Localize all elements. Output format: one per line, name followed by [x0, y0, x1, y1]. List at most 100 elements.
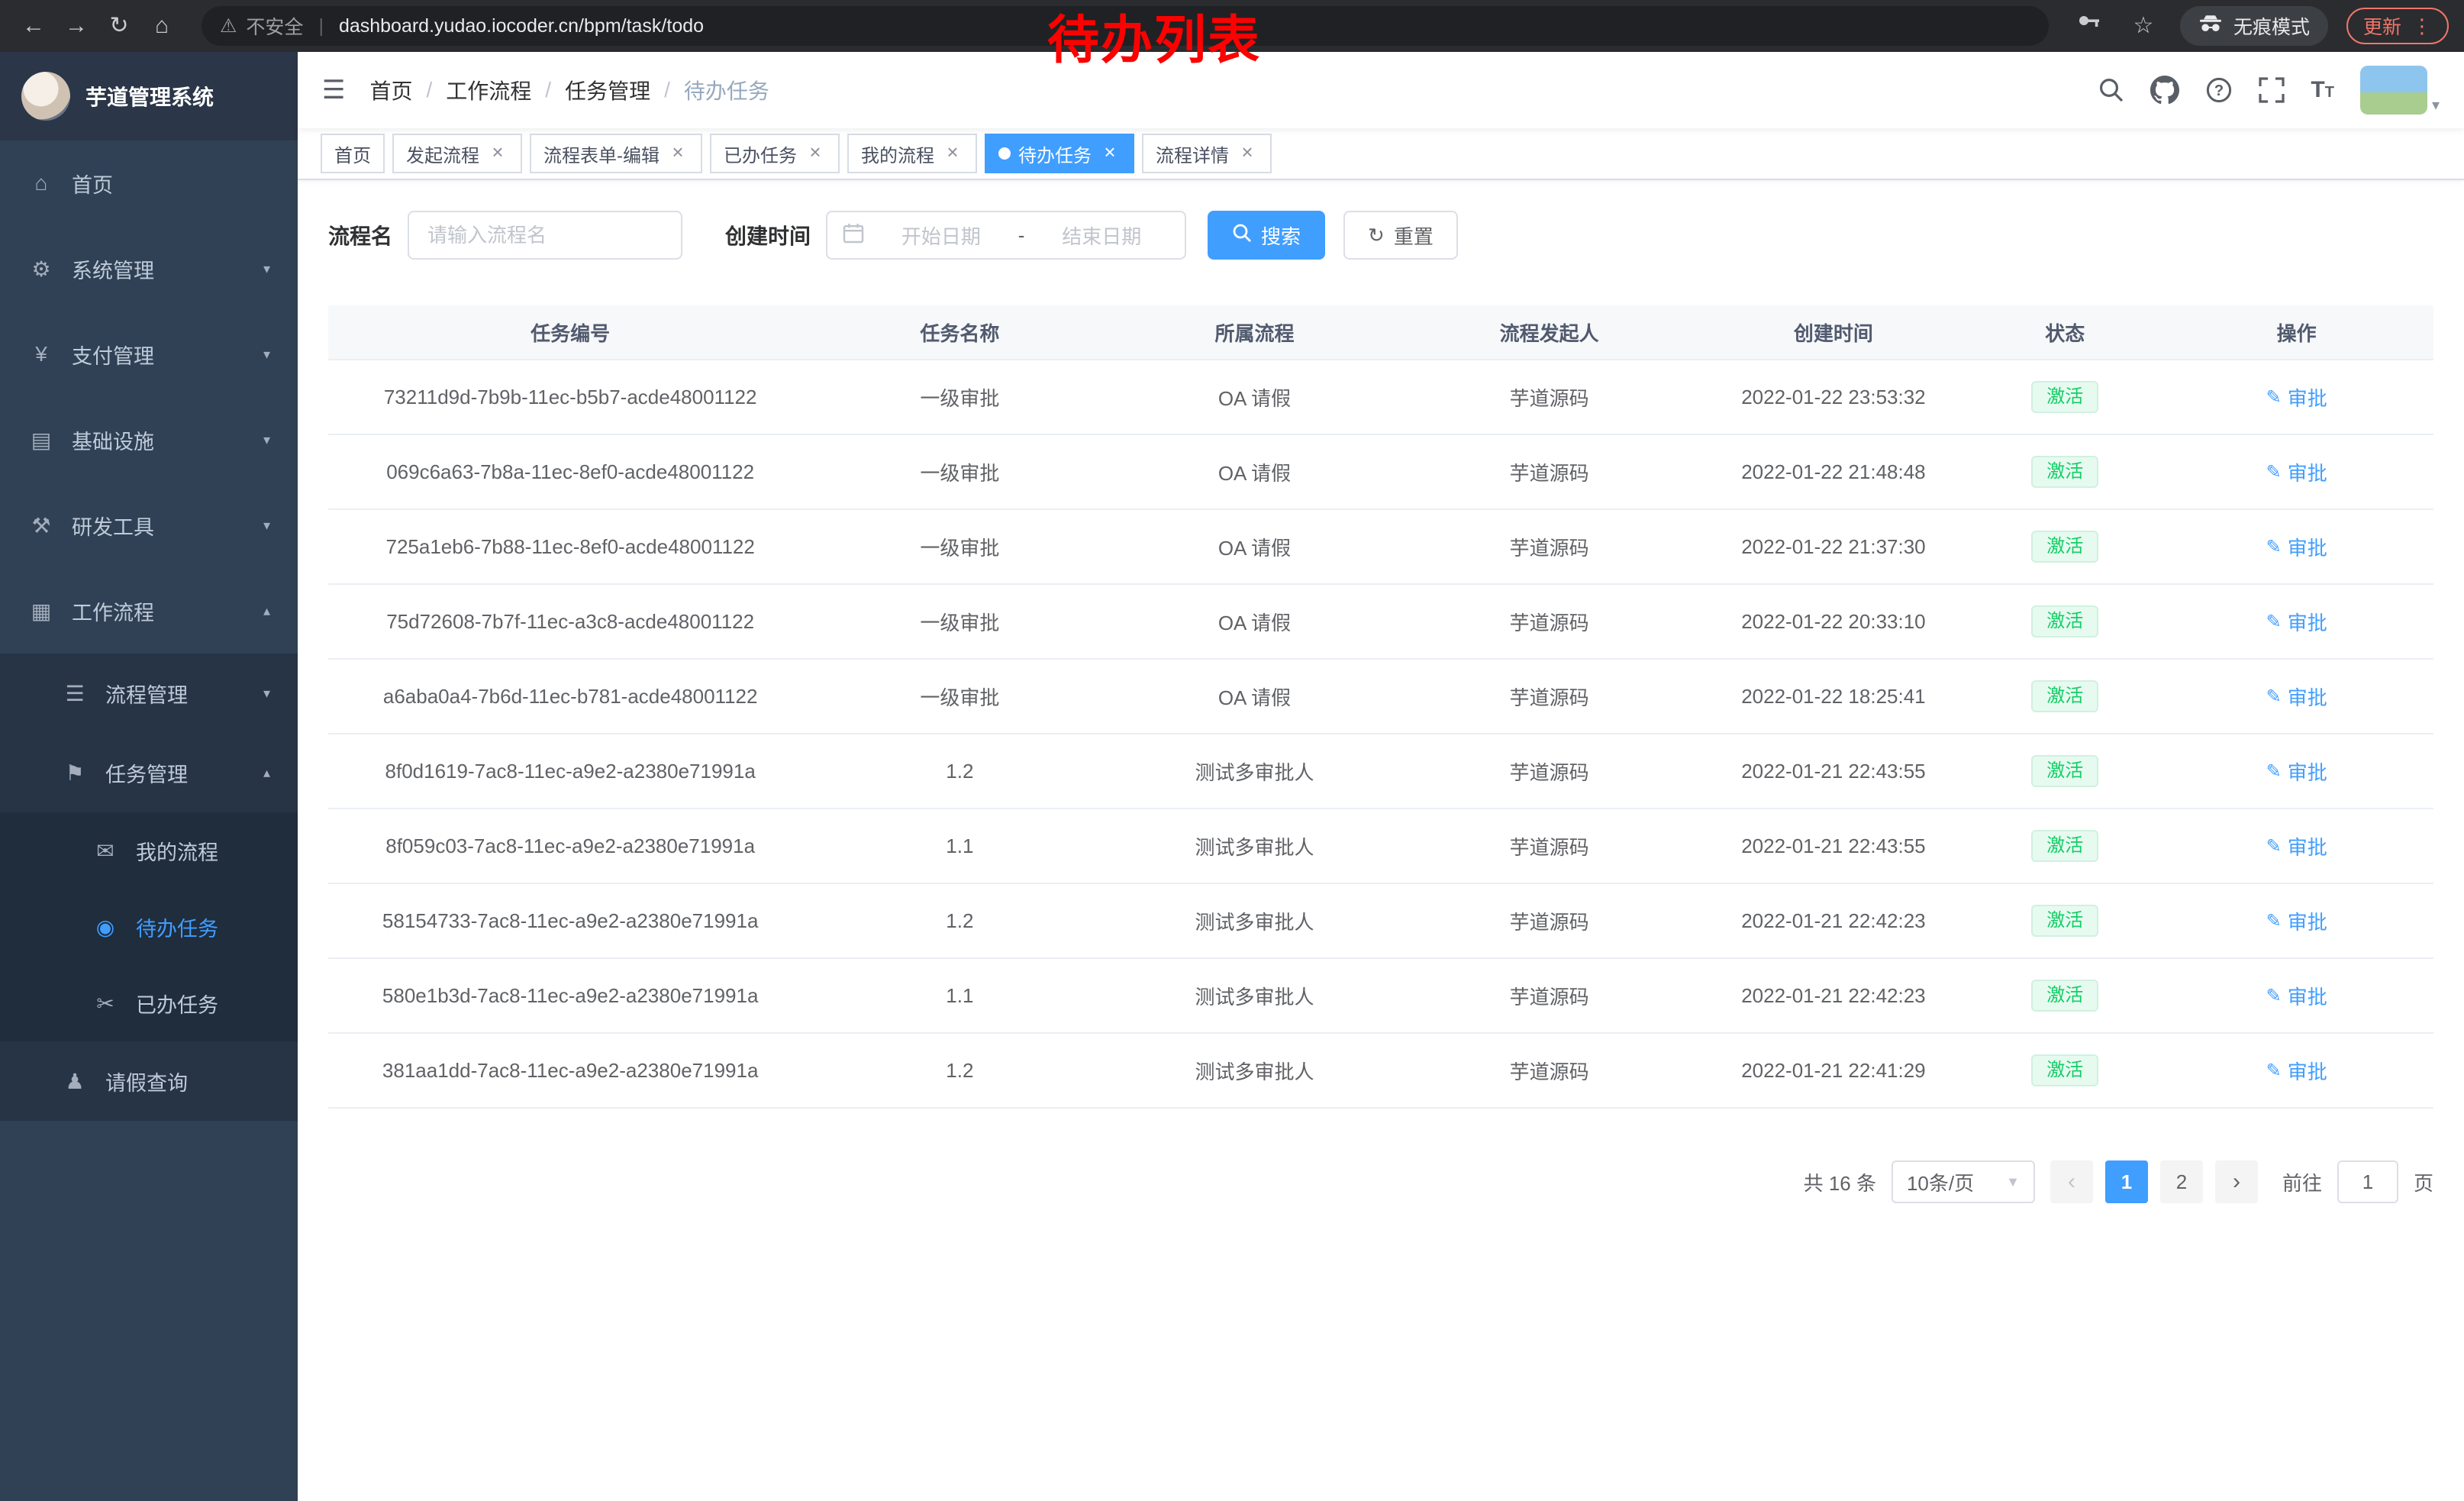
starter-cell: 芋道源码 [1402, 608, 1697, 636]
close-icon[interactable]: × [1099, 143, 1121, 164]
task-name-cell: 1.2 [812, 760, 1107, 783]
update-pill[interactable]: 更新 ⋮ [2346, 8, 2449, 44]
breadcrumb-item[interactable]: 任务管理 [565, 75, 650, 105]
approve-button[interactable]: ✎审批 [2266, 982, 2327, 1010]
close-icon[interactable]: × [487, 143, 508, 164]
user-menu[interactable]: ▾ [2360, 66, 2440, 115]
task-table: 任务编号任务名称所属流程流程发起人创建时间状态操作 73211d9d-7b9b-… [328, 305, 2433, 1109]
close-icon[interactable]: × [805, 143, 826, 164]
view-tag[interactable]: 已办任务× [710, 134, 840, 173]
range-separator: - [1018, 224, 1025, 247]
approve-button[interactable]: ✎审批 [2266, 757, 2327, 786]
goto-label: 前往 [2282, 1168, 2322, 1196]
page-size-select[interactable]: 10条/页 ▼ [1892, 1160, 2035, 1203]
app-logo-row[interactable]: 芋道管理系统 [0, 52, 298, 140]
task-id-cell: 8f059c03-7ac8-11ec-a9e2-a2380e71991a [328, 834, 812, 858]
approve-button[interactable]: ✎审批 [2266, 533, 2327, 561]
starter-cell: 芋道源码 [1402, 1057, 1697, 1085]
action-cell: ✎审批 [2159, 832, 2433, 860]
approve-button[interactable]: ✎审批 [2266, 608, 2327, 636]
sidebar-item-done-task[interactable]: ✂已办任务 [0, 965, 298, 1041]
created-time-cell: 2022-01-22 21:37:30 [1697, 535, 1971, 559]
next-page-button[interactable]: › [2215, 1160, 2258, 1203]
view-tag[interactable]: 流程表单-编辑× [530, 134, 702, 173]
help-icon[interactable]: ? [2205, 76, 2233, 104]
date-range-picker[interactable]: 开始日期 - 结束日期 [826, 211, 1186, 260]
view-tag[interactable]: 流程详情× [1142, 134, 1272, 173]
font-size-icon[interactable]: TT [2311, 77, 2334, 103]
incognito-label: 无痕模式 [2233, 12, 2310, 40]
sidebar-item-home[interactable]: ⌂首页 [0, 140, 298, 226]
task-id-cell: 8f0d1619-7ac8-11ec-a9e2-a2380e71991a [328, 760, 812, 783]
reset-button[interactable]: ↻ 重置 [1343, 211, 1458, 260]
approve-button[interactable]: ✎审批 [2266, 458, 2327, 486]
close-icon[interactable]: × [667, 143, 689, 164]
refresh-button[interactable]: ↻ [101, 8, 137, 44]
sidebar-item-process-manage[interactable]: ☰流程管理▾ [0, 654, 298, 733]
sidebar-item-label: 请假查询 [105, 1067, 270, 1096]
task-name-cell: 1.1 [812, 834, 1107, 858]
task-id-cell: 58154733-7ac8-11ec-a9e2-a2380e71991a [328, 909, 812, 933]
action-cell: ✎审批 [2159, 683, 2433, 711]
view-tag[interactable]: 待办任务× [985, 134, 1134, 173]
search-button[interactable]: 搜索 [1208, 211, 1325, 260]
tag-label: 我的流程 [861, 140, 934, 167]
view-tag[interactable]: 发起流程× [392, 134, 522, 173]
url-text: dashboard.yudao.iocoder.cn/bpm/task/todo [339, 15, 704, 37]
prev-page-button[interactable]: ‹ [2050, 1160, 2093, 1203]
sidebar-item-infrastructure[interactable]: ▤基础设施▾ [0, 397, 298, 483]
update-label: 更新 [2363, 12, 2401, 40]
forward-button[interactable]: → [58, 8, 95, 44]
view-tag[interactable]: 我的流程 × [847, 134, 977, 173]
avatar[interactable] [2360, 66, 2427, 115]
column-header: 操作 [2159, 318, 2433, 347]
goto-page-input[interactable] [2337, 1160, 2398, 1203]
github-icon[interactable] [2150, 76, 2179, 105]
home-button[interactable]: ⌂ [144, 8, 180, 44]
sidebar-item-task-manage[interactable]: ⚑任务管理▴ [0, 733, 298, 812]
more-menu-icon[interactable]: ⋮ [2412, 15, 2432, 38]
close-icon[interactable]: × [1237, 143, 1258, 164]
goto-unit: 页 [2414, 1168, 2433, 1196]
page-button-1[interactable]: 1 [2105, 1160, 2148, 1203]
approve-button[interactable]: ✎审批 [2266, 1057, 2327, 1085]
app-logo-icon [21, 72, 70, 121]
sidebar-item-todo-task[interactable]: ◉待办任务 [0, 889, 298, 965]
sidebar-item-workflow[interactable]: ▦工作流程▴ [0, 568, 298, 654]
sidebar-item-payment-manage[interactable]: ¥支付管理▾ [0, 311, 298, 397]
search-icon[interactable] [2098, 77, 2124, 103]
task-manage-icon: ⚑ [61, 760, 89, 786]
table-row: 381aa1dd-7ac8-11ec-a9e2-a2380e71991a1.2测… [328, 1034, 2433, 1109]
reset-button-label: 重置 [1394, 221, 1434, 250]
task-id-cell: 069c6a63-7b8a-11ec-8ef0-acde48001122 [328, 460, 812, 484]
edit-icon: ✎ [2266, 1060, 2282, 1082]
created-time-cell: 2022-01-22 18:25:41 [1697, 685, 1971, 709]
close-icon[interactable]: × [942, 143, 963, 164]
page-button-2[interactable]: 2 [2160, 1160, 2203, 1203]
breadcrumb-item[interactable]: 首页 [369, 75, 412, 105]
status-badge: 激活 [2031, 680, 2098, 712]
process-name-input[interactable] [408, 211, 682, 260]
sidebar-item-label: 工作流程 [72, 596, 263, 626]
approve-button[interactable]: ✎审批 [2266, 383, 2327, 412]
action-cell: ✎审批 [2159, 458, 2433, 486]
back-button[interactable]: ← [15, 8, 52, 44]
active-tag-dot-icon [998, 147, 1011, 160]
collapse-sidebar-button[interactable]: ☰ [322, 75, 345, 105]
breadcrumb-item[interactable]: 工作流程 [446, 75, 531, 105]
approve-button[interactable]: ✎审批 [2266, 907, 2327, 935]
key-icon[interactable] [2070, 8, 2107, 44]
sidebar-item-system-manage[interactable]: ⚙系统管理▾ [0, 226, 298, 311]
action-cell: ✎审批 [2159, 757, 2433, 786]
sidebar-item-devtools[interactable]: ⚒研发工具▾ [0, 483, 298, 568]
view-tag[interactable]: 首页 [321, 134, 385, 173]
sidebar-item-my-process[interactable]: ✉我的流程 [0, 812, 298, 889]
approve-button[interactable]: ✎审批 [2266, 683, 2327, 711]
star-icon[interactable]: ☆ [2125, 8, 2162, 44]
page-buttons: 12 [2105, 1160, 2203, 1203]
sidebar-item-leave-query[interactable]: ♟请假查询 [0, 1041, 298, 1121]
search-button-label: 搜索 [1261, 221, 1301, 250]
fullscreen-icon[interactable] [2259, 77, 2285, 103]
approve-button[interactable]: ✎审批 [2266, 832, 2327, 860]
edit-icon: ✎ [2266, 461, 2282, 483]
